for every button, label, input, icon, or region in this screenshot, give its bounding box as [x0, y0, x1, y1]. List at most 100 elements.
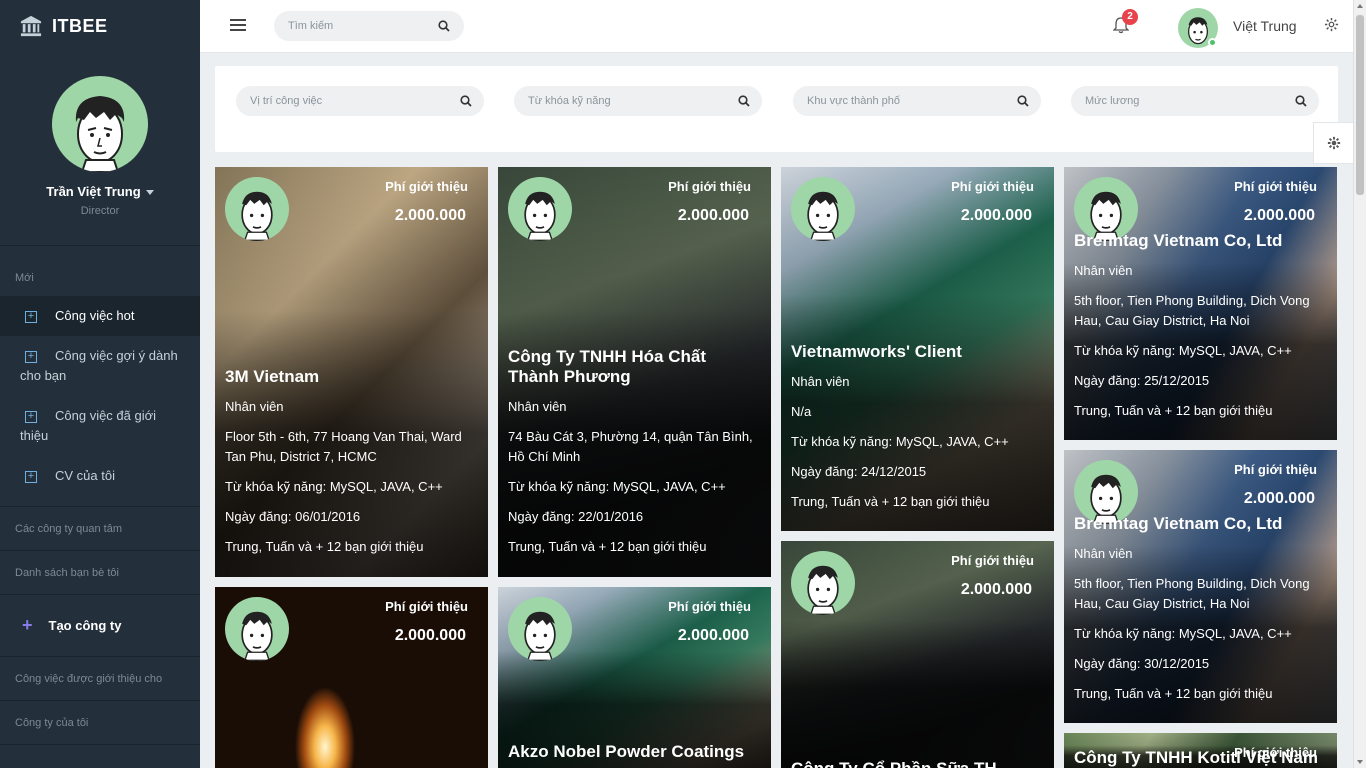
section-new: Mới: [15, 272, 34, 284]
section-friend-list[interactable]: Danh sách bạn bè tôi: [0, 551, 200, 595]
job-skills: Từ khóa kỹ năng: MySQL, JAVA, C++: [1074, 343, 1292, 358]
avatar[interactable]: [52, 76, 148, 172]
sidebar-item-label: Công việc gợi ý dành cho bạn: [20, 348, 178, 383]
search-icon[interactable]: [438, 20, 450, 32]
company-name[interactable]: Brenntag Vietnam Co, Ltd: [1074, 231, 1327, 251]
job-card[interactable]: Phí giới thiệu 2.000.000 Vietnamworks' C…: [781, 167, 1054, 531]
job-card[interactable]: Phí giới thiệu 2.000.000: [215, 587, 488, 768]
job-card[interactable]: Phí giới thiệu 2.000.000 Công Ty TNHH Hó…: [498, 167, 771, 577]
post-date: Ngày đăng: 06/01/2016: [225, 509, 361, 524]
referral-fee-label: Phí giới thiệu: [1234, 462, 1317, 477]
sidebar-item-label: CV của tôi: [55, 468, 115, 483]
company-name[interactable]: 3M Vietnam: [225, 367, 478, 387]
menu-toggle-icon[interactable]: [230, 19, 246, 33]
job-card[interactable]: Phí giới thiệu Công Ty TNHH Kotiti Việt …: [1064, 733, 1337, 768]
profile-name-toggle[interactable]: Trần Việt Trung: [0, 184, 200, 199]
settings-panel-toggle[interactable]: [1313, 122, 1353, 164]
avatar[interactable]: [791, 551, 855, 615]
company-name[interactable]: Akzo Nobel Powder Coatings: [508, 742, 761, 762]
user-face-icon: [241, 191, 273, 241]
job-card[interactable]: Phí giới thiệu 2.000.000 Brenntag Vietna…: [1064, 450, 1337, 723]
company-name[interactable]: Công Ty TNHH Kotiti Việt Nam: [1074, 748, 1327, 768]
profile-role: Director: [80, 205, 120, 217]
referral-fee: 2.000.000: [960, 207, 1032, 224]
brand-logo[interactable]: ITBEE: [0, 0, 200, 52]
section-my-company[interactable]: Công ty của tôi: [0, 701, 200, 745]
post-date: Ngày đăng: 30/12/2015: [1074, 656, 1210, 671]
referral-fee: 2.000.000: [1243, 207, 1315, 224]
company-name[interactable]: Brenntag Vietnam Co, Ltd: [1074, 514, 1327, 534]
sidebar-item-suggested-jobs[interactable]: + Công việc gợi ý dành cho bạn: [0, 336, 200, 396]
filter-panel: Vị trí công việc Từ khóa kỹ năng Khu vực…: [215, 66, 1338, 152]
salary-filter-input[interactable]: Mức lương: [1071, 86, 1319, 116]
brand-name: ITBEE: [52, 15, 108, 36]
top-bar: Tìm kiếm 2 Việt Trung: [200, 0, 1353, 53]
section-referred-to[interactable]: Công việc được giới thiệu cho: [0, 657, 200, 701]
section-followed-companies[interactable]: Các công ty quan tâm: [0, 507, 200, 551]
avatar[interactable]: [508, 597, 572, 661]
company-name[interactable]: Công Ty TNHH Hóa Chất Thành Phương: [508, 347, 761, 387]
search-icon[interactable]: [460, 95, 472, 107]
gear-icon: [1327, 136, 1340, 150]
referrers[interactable]: Trung, Tuấn và + 12 bạn giới thiệu: [1074, 401, 1327, 421]
profile-name: Trần Việt Trung: [46, 184, 141, 199]
search-icon[interactable]: [1017, 95, 1029, 107]
scroll-down-arrow-icon[interactable]: [1357, 760, 1363, 764]
position-filter-input[interactable]: Vị trí công việc: [236, 86, 484, 116]
create-company-label: Tạo công ty: [48, 618, 122, 633]
company-name[interactable]: Vietnamworks' Client: [791, 342, 1044, 362]
company-address: 5th floor, Tien Phong Building, Dich Von…: [1074, 576, 1310, 611]
avatar[interactable]: [225, 177, 289, 241]
plus-square-icon: +: [25, 471, 37, 483]
job-card[interactable]: Phí giới thiệu 2.000.000 Akzo Nobel Powd…: [498, 587, 771, 768]
referral-fee: 2.000.000: [394, 627, 466, 644]
job-card[interactable]: Phí giới thiệu 2.000.000 3M Vietnam Nhân…: [215, 167, 488, 577]
user-name[interactable]: Việt Trung: [1233, 18, 1297, 34]
position-placeholder: Vị trí công việc: [250, 95, 323, 107]
salary-placeholder: Mức lương: [1085, 95, 1140, 107]
avatar[interactable]: [225, 597, 289, 661]
job-skills: Từ khóa kỹ năng: MySQL, JAVA, C++: [1074, 626, 1292, 641]
avatar[interactable]: [791, 177, 855, 241]
job-card[interactable]: Phí giới thiệu 2.000.000 Công Ty Cổ Phần…: [781, 541, 1054, 768]
referrers[interactable]: Trung, Tuấn và + 12 bạn giới thiệu: [791, 492, 1044, 512]
user-face-icon: [807, 191, 839, 241]
job-card[interactable]: Phí giới thiệu 2.000.000 Brenntag Vietna…: [1064, 167, 1337, 440]
user-face-icon: [75, 96, 125, 172]
page-scrollbar[interactable]: [1353, 0, 1366, 768]
plus-square-icon: +: [25, 311, 37, 323]
scrollbar-thumb[interactable]: [1356, 15, 1364, 195]
search-input[interactable]: Tìm kiếm: [274, 11, 464, 41]
sidebar-item-hot-jobs[interactable]: + Công việc hot: [0, 296, 200, 336]
user-face-icon: [807, 565, 839, 615]
job-position: Nhân viên: [791, 374, 850, 389]
city-filter-input[interactable]: Khu vực thành phố: [793, 86, 1041, 116]
referrers[interactable]: Trung, Tuấn và + 12 bạn giới thiệu: [508, 537, 761, 557]
company-address: Floor 5th - 6th, 77 Hoang Van Thai, Ward…: [225, 429, 462, 464]
company-address: 5th floor, Tien Phong Building, Dich Von…: [1074, 293, 1310, 328]
user-face-icon: [241, 611, 273, 661]
referral-fee: 2.000.000: [677, 207, 749, 224]
user-face-icon: [524, 191, 556, 241]
referrers[interactable]: Trung, Tuấn và + 12 bạn giới thiệu: [225, 537, 478, 557]
post-date: Ngày đăng: 24/12/2015: [791, 464, 927, 479]
sidebar-item-referred-jobs[interactable]: + Công việc đã giới thiệu: [0, 396, 200, 456]
post-date: Ngày đăng: 22/01/2016: [508, 509, 644, 524]
skills-placeholder: Từ khóa kỹ năng: [528, 95, 611, 107]
company-name[interactable]: Công Ty Cổ Phần Sữa TH: [791, 759, 1044, 768]
sidebar-item-label: Công việc đã giới thiệu: [20, 408, 157, 443]
notification-badge[interactable]: 2: [1122, 9, 1138, 25]
sidebar: ITBEE Trần Việt Trung Director Mới + Công…: [0, 0, 200, 768]
referrers[interactable]: Trung, Tuấn và + 12 bạn giới thiệu: [1074, 684, 1327, 704]
search-icon[interactable]: [738, 95, 750, 107]
sidebar-item-my-cv[interactable]: + CV của tôi: [0, 456, 200, 496]
scroll-up-arrow-icon[interactable]: [1357, 4, 1363, 8]
gear-icon[interactable]: [1324, 17, 1339, 32]
referral-fee: 2.000.000: [960, 581, 1032, 598]
skills-filter-input[interactable]: Từ khóa kỹ năng: [514, 86, 762, 116]
avatar[interactable]: [508, 177, 572, 241]
search-icon[interactable]: [1295, 95, 1307, 107]
create-company-button[interactable]: + Tạo công ty: [0, 595, 200, 657]
plus-icon: +: [22, 615, 33, 635]
job-skills: Từ khóa kỹ năng: MySQL, JAVA, C++: [791, 434, 1009, 449]
